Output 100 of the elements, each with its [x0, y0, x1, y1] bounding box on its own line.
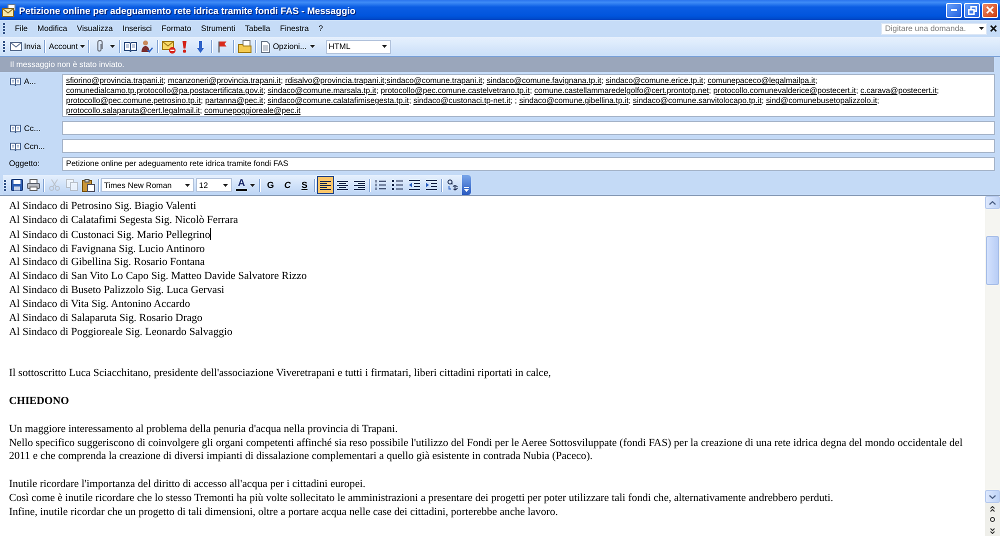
- close-icon: [990, 25, 997, 32]
- to-field[interactable]: [62, 74, 995, 117]
- caret-icon: [310, 45, 315, 48]
- italic-button[interactable]: C: [279, 176, 296, 194]
- bold-button[interactable]: G: [262, 176, 279, 194]
- scissors-icon: [49, 179, 60, 191]
- previous-page-button[interactable]: [985, 503, 1000, 514]
- bcc-button[interactable]: Ccn...: [8, 140, 47, 152]
- flag-icon: [218, 40, 228, 52]
- scroll-up-button[interactable]: [985, 196, 1000, 209]
- menu-item[interactable]: Visualizza: [72, 21, 118, 36]
- font-color-button[interactable]: A: [233, 176, 258, 194]
- menu-item[interactable]: Formato: [156, 21, 196, 36]
- check-names-button[interactable]: [138, 38, 155, 55]
- font-size-dropdown[interactable]: 12: [196, 178, 232, 192]
- next-page-button[interactable]: [985, 525, 1000, 536]
- bcc-field[interactable]: [62, 139, 995, 153]
- toolbar-options-button[interactable]: [462, 175, 471, 195]
- align-right-icon: [354, 180, 365, 190]
- align-center-icon: [337, 180, 348, 190]
- addressee-line: Al Sindaco di Salaparuta Sig. Rosario Drago: [9, 312, 202, 324]
- format-dropdown[interactable]: HTML: [326, 40, 391, 54]
- caret-icon: [185, 184, 190, 186]
- permission-button[interactable]: [160, 38, 177, 55]
- window-title: Petizione online per adeguamento rete idrica tramite fondi FAS - Messaggio: [19, 4, 357, 16]
- addressee-line: Al Sindaco di Petrosino Sig. Biagio Valenti: [9, 200, 196, 212]
- addressee-line: Al Sindaco di Calatafimi Segesta Sig. Nicolò Ferrara: [9, 214, 238, 226]
- font-dropdown[interactable]: Times New Roman: [101, 178, 194, 192]
- chevron-up-icon: [989, 200, 996, 204]
- numbered-list-icon: [375, 180, 386, 190]
- close-icon: [986, 6, 994, 14]
- status-message: Il messaggio non è stato inviato.: [0, 57, 994, 72]
- menu-item[interactable]: Tabella: [240, 21, 276, 36]
- paragraph-text: Inutile ricordare l'importanza del diritto di accesso all'acqua per i cittadini europei.: [9, 478, 366, 490]
- envelope-icon: [2, 4, 16, 16]
- align-left-button[interactable]: [317, 176, 334, 194]
- addressee-line: Al Sindaco di Custonaci Sig. Mario Pellegrino: [9, 228, 210, 241]
- menu-item[interactable]: Modifica: [32, 21, 72, 36]
- indent-icon: [426, 180, 437, 190]
- send-button[interactable]: Invia: [9, 38, 42, 55]
- cc-field[interactable]: [62, 121, 995, 135]
- print-button[interactable]: [25, 176, 42, 194]
- addressee-line: Al Sindaco di Gibellina Sig. Rosario Fontana: [9, 256, 205, 268]
- options-button[interactable]: Opzioni...: [258, 38, 317, 55]
- caret-icon: [250, 184, 255, 186]
- paragraph-text: Un maggiore interessamento al problema della penuria d'acqua nella provincia di Trapani.: [9, 422, 398, 435]
- caret-icon: [979, 27, 984, 30]
- save-button[interactable]: [8, 176, 25, 194]
- help-search-field[interactable]: Digitare una domanda.: [881, 22, 987, 34]
- menu-item[interactable]: ?: [314, 21, 328, 36]
- restore-button[interactable]: [964, 2, 980, 18]
- outdent-icon: [409, 180, 420, 190]
- overflow-icon: [464, 187, 469, 192]
- minimize-icon: [951, 9, 957, 11]
- paragraph-text: Nello specifico suggeriscono di coinvolgere gli organi competenti affinché sia reso possibile l'utilizzo del Fondi per le Aeree Sottosviluppate (fondi FAS) per la creazione di una rete idrica degna del mondo occidentale del 2011 e che comprenda la creazione di diversi impianti di dissalazione complementari a quello già esistente in contrada Nubia (Paceco).: [9, 436, 963, 462]
- paragraph-text: Il sottoscritto Luca Sciacchitano, presidente dell'associazione Viveretrapani e tutti i firmatari, liberi cittadini riportati in calce,: [9, 367, 551, 380]
- underline-button[interactable]: S: [296, 176, 313, 194]
- heading-text: CHIEDONO: [9, 395, 69, 408]
- folder-button[interactable]: [236, 38, 253, 55]
- caret-icon: [110, 45, 115, 48]
- printer-icon: [27, 179, 40, 191]
- menu-item[interactable]: File: [10, 21, 33, 36]
- paragraph-text: Infine, inutile ricordar che un progetto di tali dimensioni, oltre a portare acqua nelle case dei cittadini, porterebbe anche lavoro.: [9, 506, 558, 518]
- to-button[interactable]: A...: [8, 75, 38, 87]
- account-button[interactable]: Account: [48, 38, 86, 55]
- folder-icon: [238, 40, 252, 53]
- minimize-button[interactable]: [946, 2, 962, 18]
- addressee-line: Al Sindaco di Vita Sig. Antonino Accardo: [9, 298, 190, 310]
- bulleted-list-icon: [392, 180, 403, 190]
- exclamation-icon: [182, 40, 188, 52]
- caret-icon: [223, 184, 228, 186]
- menu-item[interactable]: Inserisci: [118, 21, 157, 36]
- person-check-icon: [140, 40, 153, 53]
- circle-icon: [990, 517, 995, 522]
- scroll-thumb[interactable]: [986, 236, 999, 285]
- double-chevron-down-icon: [990, 528, 995, 534]
- paperclip-icon: [96, 40, 104, 53]
- caret-icon: [80, 45, 85, 48]
- down-arrow-icon: [197, 40, 204, 52]
- menu-item[interactable]: Finestra: [275, 21, 314, 36]
- addressee-line: Al Sindaco di San Vito Lo Capo Sig. Matteo Davide Salvatore Rizzo: [9, 270, 307, 282]
- addressee-line: Al Sindaco di Favignana Sig. Lucio Antinoro: [9, 242, 205, 255]
- cc-button[interactable]: Cc...: [8, 122, 42, 134]
- subject-field[interactable]: Petizione online per adeguamento rete idrica tramite fondi FAS: [62, 157, 995, 171]
- double-chevron-up-icon: [990, 506, 995, 512]
- paragraph-text: Così come è inutile ricordare che lo stesso Tremonti ha più volte sollecitato le amministrazioni a presentare dei progetti per poter utilizzare tali fondi che, alternativamente andrebbero perduti.: [9, 492, 834, 504]
- align-left-icon: [320, 180, 331, 190]
- subject-label: Oggetto:: [8, 158, 41, 170]
- copy-icon: [66, 179, 78, 191]
- close-help-button[interactable]: [987, 22, 1000, 34]
- menu-item[interactable]: Strumenti: [196, 21, 240, 36]
- book-icon: [10, 124, 21, 132]
- book-icon: [10, 142, 21, 150]
- close-button[interactable]: [982, 2, 998, 18]
- clipboard-icon: [82, 178, 95, 192]
- scroll-down-button[interactable]: [985, 490, 1000, 503]
- chevron-down-icon: [989, 494, 996, 498]
- book-icon: [124, 41, 138, 52]
- paste-button[interactable]: [80, 176, 97, 194]
- caret-icon: [382, 45, 387, 48]
